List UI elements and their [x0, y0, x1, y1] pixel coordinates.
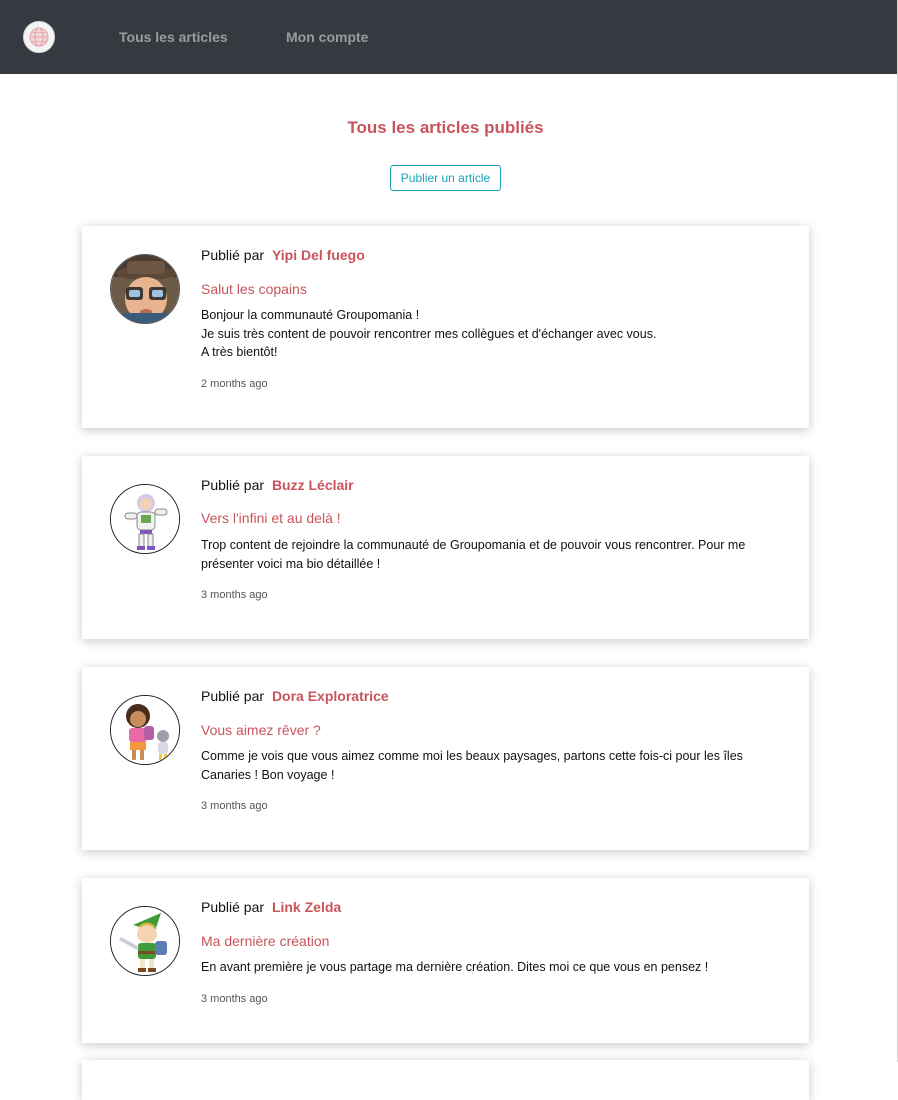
post-body-line: Comme je vois que vous aimez comme moi l… [201, 749, 743, 782]
post-title[interactable]: Salut les copains [201, 280, 307, 298]
post-title[interactable]: Vers l'infini et au delà ! [201, 509, 341, 527]
post-body-line: Je suis très content de pouvoir rencontr… [201, 326, 657, 341]
post-body-line: Bonjour la communauté Groupomania ! [201, 308, 420, 322]
byline-prefix: Publié par [201, 688, 265, 704]
post-byline: Publié par Buzz Léclair [201, 476, 354, 494]
post-body-line: A très bientôt! [201, 345, 278, 359]
post-card: Publié par Buzz Léclair Vers l'infini et… [82, 456, 809, 639]
author-name-link[interactable]: Yipi Del fuego [272, 247, 365, 263]
author-name-link[interactable]: Dora Exploratrice [272, 688, 389, 704]
avatar-explorer [111, 696, 179, 764]
post-title[interactable]: Ma dernière création [201, 932, 329, 950]
avatar-space-ranger [111, 485, 179, 553]
post-timestamp: 2 months ago [201, 378, 268, 390]
author-name-link[interactable]: Buzz Léclair [272, 477, 354, 493]
post-card: Publié par Link Zelda Ma dernière créati… [82, 878, 809, 1043]
post-title[interactable]: Vous aimez rêver ? [201, 721, 321, 739]
post-timestamp: 3 months ago [201, 589, 268, 601]
page-title: Tous les articles publiés [347, 118, 544, 137]
nav-link-my-account[interactable]: Mon compte [286, 28, 368, 46]
author-name-link[interactable]: Link Zelda [272, 899, 341, 915]
avatar-green-elf [111, 907, 179, 975]
post-body-line: En avant première je vous partage ma der… [201, 960, 709, 974]
post-body-line: Trop content de rejoindre la communauté … [201, 538, 746, 571]
post-byline: Publié par Dora Exploratrice [201, 687, 389, 705]
author-avatar[interactable] [110, 484, 180, 554]
post-byline: Publié par Yipi Del fuego [201, 246, 365, 264]
author-avatar[interactable] [110, 254, 180, 324]
post-body: Trop content de rejoindre la communauté … [201, 536, 791, 573]
post-timestamp: 3 months ago [201, 993, 268, 1005]
globe-logo-icon[interactable] [23, 21, 55, 53]
byline-prefix: Publié par [201, 899, 265, 915]
post-body: En avant première je vous partage ma der… [201, 958, 791, 977]
byline-prefix: Publié par [201, 477, 265, 493]
post-card: Publié par Dora Exploratrice Vous aimez … [82, 667, 809, 850]
post-byline: Publié par Link Zelda [201, 898, 341, 916]
post-card-partial [82, 1060, 809, 1100]
nav-link-all-articles[interactable]: Tous les articles [119, 28, 228, 46]
post-card: Publié par Yipi Del fuego Salut les copa… [82, 226, 809, 428]
byline-prefix: Publié par [201, 247, 265, 263]
author-avatar[interactable] [110, 906, 180, 976]
publish-article-button[interactable]: Publier un article [390, 165, 501, 191]
avatar-hat-glasses [111, 255, 179, 323]
post-body: Bonjour la communauté Groupomania ! Je s… [201, 306, 791, 362]
author-avatar[interactable] [110, 695, 180, 765]
top-navbar: Tous les articles Mon compte [0, 0, 897, 74]
post-body: Comme je vois que vous aimez comme moi l… [201, 747, 791, 784]
post-timestamp: 3 months ago [201, 800, 268, 812]
